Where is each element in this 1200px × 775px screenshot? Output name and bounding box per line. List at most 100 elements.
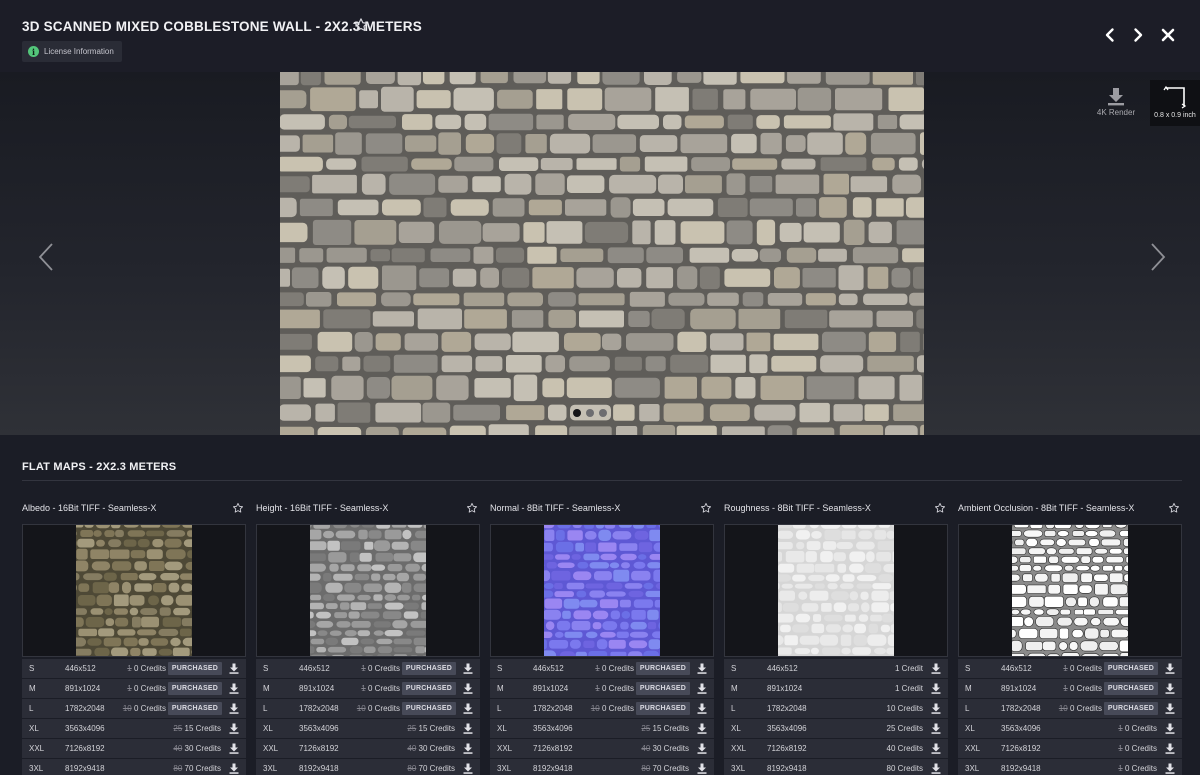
resolution-row[interactable]: L 1782x2048 10 0 Credits PURCHASED	[490, 699, 714, 718]
download-icon[interactable]	[697, 703, 707, 714]
size-label: 0.8 x 0.9 inch	[1154, 112, 1196, 119]
resolution-row[interactable]: XL 3563x4096 25 15 Credits	[490, 719, 714, 738]
download-icon[interactable]	[229, 683, 239, 694]
purchased-badge: PURCHASED	[635, 682, 690, 695]
resolution-row[interactable]: XXL 7126x8192 40 Credits	[724, 739, 948, 758]
resolution-row[interactable]: M 891x1024 1 0 Credits PURCHASED	[958, 679, 1182, 698]
resolution-row[interactable]: L 1782x2048 10 Credits	[724, 699, 948, 718]
resolution-row[interactable]: M 891x1024 1 0 Credits PURCHASED	[256, 679, 480, 698]
slide-dot[interactable]	[573, 409, 581, 417]
resolution-row[interactable]: XL 3563x4096 25 15 Credits	[22, 719, 246, 738]
map-thumbnail-image	[76, 525, 192, 656]
resolution-row[interactable]: L 1782x2048 10 0 Credits PURCHASED	[958, 699, 1182, 718]
credits: 0 Credits	[133, 704, 166, 713]
map-preview[interactable]	[724, 524, 948, 657]
resolution-row[interactable]: S 446x512 1 Credit	[724, 659, 948, 678]
download-icon[interactable]	[229, 743, 239, 754]
main-preview-image	[280, 72, 924, 435]
map-preview[interactable]	[958, 524, 1182, 657]
chevron-left-icon[interactable]	[1101, 26, 1119, 44]
download-icon[interactable]	[1165, 663, 1175, 674]
resolution-row[interactable]: XXL 7126x8192 40 30 Credits	[256, 739, 480, 758]
image-viewer	[0, 72, 1200, 435]
price: 25 15 Credits	[641, 724, 689, 733]
download-icon[interactable]	[229, 763, 239, 774]
download-icon[interactable]	[463, 683, 473, 694]
star-icon[interactable]	[353, 17, 369, 33]
viewer-next-arrow-icon[interactable]	[1148, 242, 1168, 272]
download-icon[interactable]	[463, 663, 473, 674]
download-icon[interactable]	[1165, 723, 1175, 734]
resolution-row[interactable]: XL 3563x4096 25 Credits	[724, 719, 948, 738]
download-icon[interactable]	[463, 743, 473, 754]
download-icon[interactable]	[931, 723, 941, 734]
resolution-row[interactable]: S 446x512 1 0 Credits PURCHASED	[22, 659, 246, 678]
credits: 70 Credits	[184, 764, 221, 773]
download-icon[interactable]	[1165, 763, 1175, 774]
resolution-row[interactable]: XXL 7126x8192 40 30 Credits	[22, 739, 246, 758]
download-icon[interactable]	[697, 683, 707, 694]
resolution-row[interactable]: S 446x512 1 0 Credits PURCHASED	[958, 659, 1182, 678]
slide-dot[interactable]	[586, 409, 594, 417]
close-icon[interactable]	[1159, 26, 1177, 44]
price: 1 0 Credits	[361, 684, 400, 693]
download-icon[interactable]	[463, 703, 473, 714]
resolution-row[interactable]: M 891x1024 1 0 Credits PURCHASED	[490, 679, 714, 698]
download-icon[interactable]	[463, 723, 473, 734]
map-preview[interactable]	[256, 524, 480, 657]
resolution-row[interactable]: M 891x1024 1 Credit	[724, 679, 948, 698]
resolution-row[interactable]: XXL 7126x8192 1 0 Credits	[958, 739, 1182, 758]
download-icon[interactable]	[229, 663, 239, 674]
star-icon[interactable]	[934, 502, 946, 514]
resolution-row[interactable]: XXL 7126x8192 40 30 Credits	[490, 739, 714, 758]
size-code: L	[731, 704, 736, 713]
resolution-row[interactable]: 3XL 8192x9418 80 70 Credits	[22, 759, 246, 775]
size-code: M	[263, 684, 270, 693]
resolution-row[interactable]: 3XL 8192x9418 80 Credits	[724, 759, 948, 775]
download-icon[interactable]	[931, 703, 941, 714]
resolution-row[interactable]: 3XL 8192x9418 1 0 Credits	[958, 759, 1182, 775]
download-icon[interactable]	[697, 723, 707, 734]
viewer-prev-arrow-icon[interactable]	[36, 242, 56, 272]
map-preview[interactable]	[490, 524, 714, 657]
resolution-row[interactable]: XL 3563x4096 1 0 Credits	[958, 719, 1182, 738]
4k-render-button[interactable]: 4K Render	[1094, 86, 1138, 122]
resolution-row[interactable]: XL 3563x4096 25 15 Credits	[256, 719, 480, 738]
download-icon[interactable]	[931, 743, 941, 754]
star-icon[interactable]	[700, 502, 712, 514]
download-icon[interactable]	[1165, 743, 1175, 754]
resolution-row[interactable]: L 1782x2048 10 0 Credits PURCHASED	[256, 699, 480, 718]
credits: 0 Credits	[1124, 724, 1157, 733]
download-icon[interactable]	[229, 703, 239, 714]
resolution: 8192x9418	[767, 764, 807, 773]
download-icon[interactable]	[697, 743, 707, 754]
price: 1 0 Credits	[1063, 664, 1102, 673]
download-icon[interactable]	[931, 683, 941, 694]
download-icon[interactable]	[1165, 683, 1175, 694]
download-icon[interactable]	[463, 763, 473, 774]
size-code: XL	[731, 724, 741, 733]
download-icon[interactable]	[229, 723, 239, 734]
slide-dot[interactable]	[599, 409, 607, 417]
map-preview[interactable]	[22, 524, 246, 657]
star-icon[interactable]	[1168, 502, 1180, 514]
star-icon[interactable]	[232, 502, 244, 514]
download-icon[interactable]	[931, 763, 941, 774]
resolution-row[interactable]: 3XL 8192x9418 80 70 Credits	[490, 759, 714, 775]
size-toggle-button[interactable]: 0.8 x 0.9 inch	[1150, 80, 1200, 126]
license-information-button[interactable]: i License Information	[22, 41, 122, 62]
star-icon[interactable]	[466, 502, 478, 514]
resolution-row[interactable]: S 446x512 1 0 Credits PURCHASED	[256, 659, 480, 678]
resolution: 891x1024	[299, 684, 335, 693]
size-code: M	[497, 684, 504, 693]
download-icon[interactable]	[697, 663, 707, 674]
download-icon[interactable]	[931, 663, 941, 674]
download-icon[interactable]	[697, 763, 707, 774]
chevron-right-icon[interactable]	[1129, 26, 1147, 44]
resolution-row[interactable]: 3XL 8192x9418 80 70 Credits	[256, 759, 480, 775]
credits: 30 Credits	[652, 744, 689, 753]
download-icon[interactable]	[1165, 703, 1175, 714]
resolution-row[interactable]: M 891x1024 1 0 Credits PURCHASED	[22, 679, 246, 698]
resolution-row[interactable]: S 446x512 1 0 Credits PURCHASED	[490, 659, 714, 678]
resolution-row[interactable]: L 1782x2048 10 0 Credits PURCHASED	[22, 699, 246, 718]
